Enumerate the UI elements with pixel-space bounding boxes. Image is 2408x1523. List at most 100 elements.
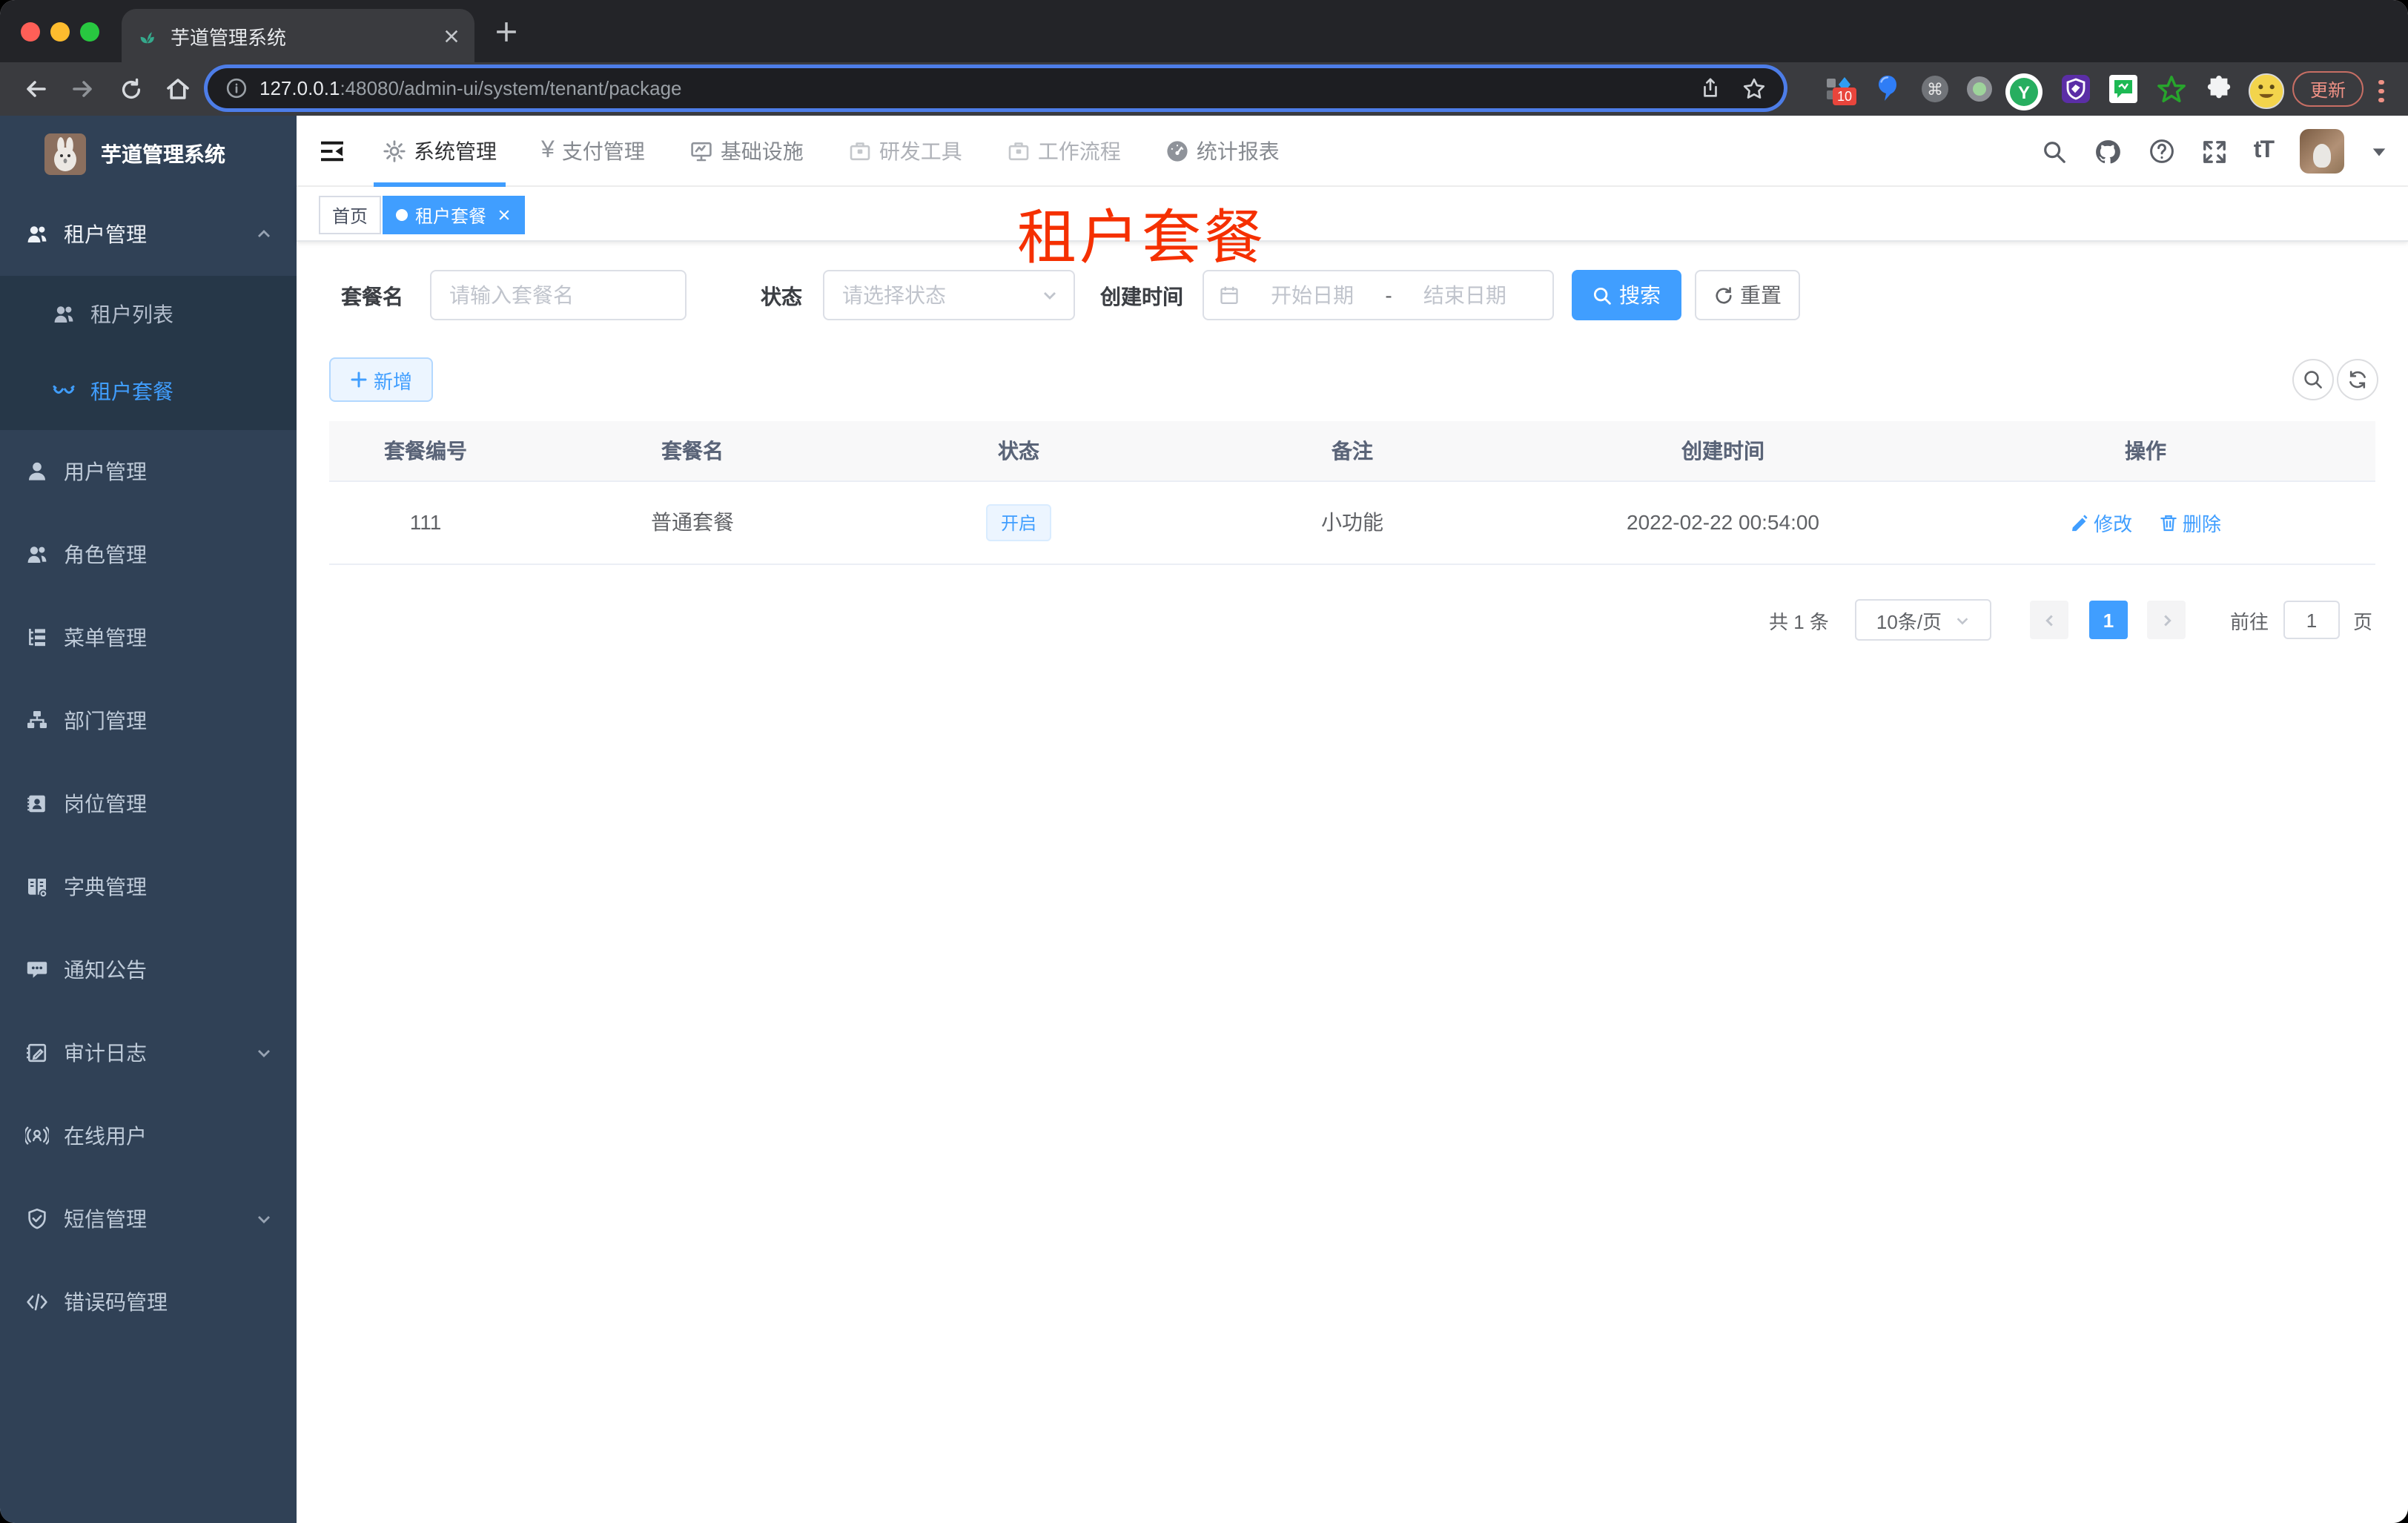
- search-button[interactable]: 搜索: [1572, 270, 1681, 320]
- main-area: 系统管理 ¥ 支付管理 基础设施 研发工具 工作流程 统计报表 tT 首页 租户…: [297, 116, 2408, 1523]
- refresh-icon: [1715, 286, 1731, 303]
- package-table: 套餐编号 套餐名 状态 备注 创建时间 操作 111 普通套餐 开启 小功能 2…: [329, 421, 2375, 564]
- edit-link[interactable]: 修改: [2070, 508, 2132, 536]
- sidebar-item-online-users[interactable]: 在线用户: [0, 1094, 297, 1177]
- sidebar-item-label: 菜单管理: [64, 626, 147, 650]
- macos-minimize-button[interactable]: [50, 22, 70, 42]
- sidebar-item-tenant-management[interactable]: 租户管理: [0, 193, 297, 276]
- font-size-icon[interactable]: tT: [2254, 138, 2275, 165]
- refresh-table-button[interactable]: [2337, 359, 2378, 400]
- page-annotation: 租户套餐: [1017, 206, 1266, 271]
- fullscreen-icon[interactable]: [2202, 139, 2227, 164]
- page-size-select[interactable]: 10条/页: [1855, 599, 1991, 641]
- sidebar-collapse-button[interactable]: [317, 136, 347, 166]
- user-avatar[interactable]: [2300, 129, 2344, 174]
- app-logo-rabbit: [44, 133, 86, 175]
- tag-tenant-package[interactable]: 租户套餐: [383, 196, 526, 234]
- sidebar-item-dict-management[interactable]: 字典管理: [0, 845, 297, 928]
- reload-button[interactable]: [113, 71, 148, 107]
- sidebar-item-tenant-package[interactable]: 租户套餐: [0, 353, 297, 430]
- extension-icon-command[interactable]: ⌘: [1919, 73, 1951, 105]
- back-button[interactable]: [18, 71, 53, 107]
- tag-home[interactable]: 首页: [319, 196, 382, 234]
- status-select[interactable]: 请选择状态: [823, 270, 1075, 320]
- goto-unit-label: 页: [2353, 610, 2373, 632]
- macos-close-button[interactable]: [21, 22, 40, 42]
- users-icon: [27, 546, 47, 563]
- help-icon[interactable]: [2149, 138, 2175, 165]
- nav-item-reports[interactable]: 统计报表: [1162, 116, 1283, 187]
- chrome-update-button[interactable]: 更新: [2292, 71, 2364, 107]
- url-path: :48080/admin-ui/system/tenant/package: [340, 77, 682, 99]
- nav-item-workflow[interactable]: 工作流程: [1004, 116, 1124, 187]
- sidebar-item-department-management[interactable]: 部门管理: [0, 679, 297, 762]
- extension-icon-star[interactable]: [2154, 73, 2187, 105]
- app-logo-row[interactable]: 芋道管理系统: [0, 116, 297, 193]
- users-icon: [54, 306, 73, 323]
- profile-avatar-emoji[interactable]: [2248, 73, 2285, 110]
- home-button[interactable]: [160, 71, 196, 107]
- package-name-input[interactable]: [431, 283, 685, 307]
- extension-icon-chat[interactable]: [2107, 73, 2140, 105]
- add-button[interactable]: 新增: [329, 357, 433, 402]
- sidebar-item-menu-management[interactable]: 菜单管理: [0, 596, 297, 679]
- new-tab-button[interactable]: [495, 21, 517, 43]
- sidebar-item-audit-log[interactable]: 审计日志: [0, 1011, 297, 1094]
- edit-log-icon: [27, 1043, 47, 1063]
- start-date-placeholder[interactable]: 开始日期: [1240, 280, 1385, 310]
- refresh-icon: [2349, 371, 2366, 389]
- url-bar[interactable]: 127.0.0.1:48080/admin-ui/system/tenant/p…: [208, 68, 1784, 108]
- search-icon[interactable]: [2042, 139, 2067, 164]
- extensions-puzzle-icon[interactable]: [2202, 73, 2235, 105]
- goto-page-input[interactable]: [2285, 607, 2338, 632]
- cell-package-name: 普通套餐: [522, 480, 863, 564]
- tab-close-icon[interactable]: [443, 27, 460, 44]
- delete-link[interactable]: 删除: [2159, 508, 2221, 536]
- date-separator: -: [1385, 283, 1392, 307]
- share-icon[interactable]: [1699, 77, 1721, 99]
- extension-icon-green-dot[interactable]: [1963, 73, 1996, 105]
- site-info-icon[interactable]: [225, 77, 248, 99]
- nav-item-dev-tools[interactable]: 研发工具: [845, 116, 965, 187]
- github-icon[interactable]: [2094, 137, 2122, 165]
- macos-zoom-button[interactable]: [80, 22, 99, 42]
- nav-item-infrastructure[interactable]: 基础设施: [687, 116, 807, 187]
- sidebar-item-label: 用户管理: [64, 460, 147, 483]
- chrome-menu-button[interactable]: [2378, 76, 2384, 106]
- end-date-placeholder[interactable]: 结束日期: [1392, 280, 1538, 310]
- nav-item-system[interactable]: 系统管理: [374, 116, 506, 187]
- chrome-update-label: 更新: [2309, 79, 2346, 100]
- sidebar-item-notice[interactable]: 通知公告: [0, 928, 297, 1011]
- sidebar-item-role-management[interactable]: 角色管理: [0, 513, 297, 596]
- navbar-right-tools: tT: [2042, 116, 2387, 187]
- sidebar-item-post-management[interactable]: 岗位管理: [0, 762, 297, 845]
- dashboard-icon: [1167, 141, 1188, 162]
- show-search-toggle-button[interactable]: [2292, 359, 2334, 400]
- current-page-button[interactable]: 1: [2089, 599, 2128, 641]
- reset-button[interactable]: 重置: [1695, 270, 1800, 320]
- next-page-button[interactable]: [2147, 599, 2186, 641]
- cell-created-time: 2022-02-22 00:54:00: [1530, 480, 1916, 564]
- prev-page-button[interactable]: [2030, 599, 2068, 641]
- sidebar-item-label: 部门管理: [64, 709, 147, 733]
- post-badge-icon: [27, 795, 45, 813]
- bookmark-star-icon[interactable]: [1742, 76, 1766, 100]
- svg-text:⌘: ⌘: [1927, 81, 1943, 99]
- edit-link-label: 修改: [2094, 512, 2133, 535]
- sidebar-item-tenant-list[interactable]: 租户列表: [0, 276, 297, 353]
- extension-icon-shield[interactable]: [2060, 73, 2092, 105]
- sidebar-item-errorcode-management[interactable]: 错误码管理: [0, 1261, 297, 1344]
- caret-down-icon[interactable]: [2371, 143, 2387, 159]
- browser-tab[interactable]: 芋道管理系统: [122, 9, 474, 62]
- table-row[interactable]: 111 普通套餐 开启 小功能 2022-02-22 00:54:00 修改 删…: [329, 480, 2375, 564]
- extension-icon-kanban[interactable]: 10: [1821, 73, 1857, 105]
- date-range-picker[interactable]: 开始日期 - 结束日期: [1203, 270, 1554, 320]
- extension-icon-y[interactable]: Y: [2005, 73, 2043, 111]
- extension-icon-balloon[interactable]: [1871, 73, 1904, 105]
- tag-close-icon[interactable]: [497, 208, 512, 222]
- sidebar-item-user-management[interactable]: 用户管理: [0, 430, 297, 513]
- nav-item-label: 基础设施: [720, 139, 804, 163]
- nav-item-payment[interactable]: ¥ 支付管理: [538, 116, 648, 187]
- sidebar-item-sms-management[interactable]: 短信管理: [0, 1177, 297, 1261]
- forward-button[interactable]: [65, 71, 101, 107]
